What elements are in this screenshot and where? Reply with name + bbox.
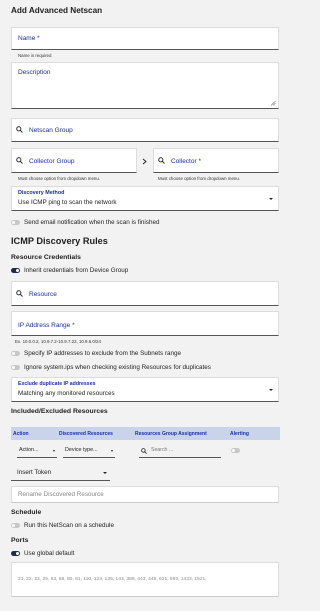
table-header: Action Discovered Resources Resources Gr… bbox=[11, 427, 280, 440]
column-header-resources-group-assignment: Resources Group Assignment bbox=[135, 430, 207, 437]
search-icon bbox=[16, 157, 23, 164]
action-select[interactable]: Action... bbox=[17, 444, 57, 458]
discovery-method-label: Discovery Method bbox=[18, 190, 65, 196]
collector-group-helper: Must choose option from dropdown menu. bbox=[18, 176, 101, 181]
collector-group-field[interactable]: Collector Group bbox=[11, 148, 137, 173]
inherit-credentials-toggle[interactable] bbox=[11, 268, 20, 273]
action-select-value: Action... bbox=[19, 447, 39, 453]
chevron-down-icon bbox=[111, 450, 113, 452]
group-search-placeholder: Search ... bbox=[151, 447, 174, 453]
insert-token-label: Insert Token bbox=[17, 469, 52, 476]
column-header-action: Action bbox=[13, 430, 29, 437]
exclude-ips-label: Specify IP addresses to exclude from the… bbox=[24, 350, 182, 357]
schedule-toggle-label: Run this NetScan on a schedule bbox=[24, 522, 114, 529]
ports-global-default-label: Use global default bbox=[24, 550, 75, 557]
insert-token-select[interactable]: Insert Token bbox=[11, 465, 110, 481]
search-icon bbox=[141, 448, 147, 454]
search-icon bbox=[16, 126, 23, 133]
chevron-right-icon bbox=[142, 158, 147, 165]
name-field-label: Name * bbox=[18, 35, 40, 42]
chevron-down-icon bbox=[269, 198, 273, 200]
ignore-system-ips-toggle[interactable] bbox=[11, 365, 20, 370]
included-excluded-heading: Included/Excluded Resources bbox=[11, 408, 108, 415]
resource-field[interactable]: Resource bbox=[11, 281, 279, 306]
ports-heading: Ports bbox=[11, 537, 29, 544]
collector-label: Collector * bbox=[171, 158, 201, 165]
exclude-duplicate-label: Exclude duplicate IP addresses bbox=[18, 381, 96, 387]
column-header-alerting: Alerting bbox=[230, 430, 249, 437]
netscan-group-label: Netscan Group bbox=[29, 127, 73, 134]
ignore-system-ips-label: Ignore system.ips when checking existing… bbox=[24, 364, 211, 371]
ip-address-range-field[interactable]: IP Address Range * bbox=[11, 311, 279, 336]
ip-address-range-helper: Ex. 10.0.0.2, 10.9.7.2-10.9.7.22, 10.9.6… bbox=[15, 339, 101, 344]
alerting-toggle[interactable] bbox=[231, 448, 240, 453]
group-search-input[interactable]: Search ... bbox=[139, 444, 221, 458]
collector-field[interactable]: Collector * bbox=[153, 148, 279, 173]
table-row: Action... Device type... Search ... bbox=[11, 441, 280, 461]
netscan-group-field[interactable]: Netscan Group bbox=[11, 118, 279, 142]
icmp-discovery-heading: ICMP Discovery Rules bbox=[11, 236, 108, 246]
collector-group-label: Collector Group bbox=[29, 158, 75, 165]
exclude-duplicate-value: Matching any monitored resources bbox=[18, 390, 115, 397]
ip-address-range-label: IP Address Range * bbox=[18, 322, 75, 329]
rename-placeholder: Rename Discovered Resource bbox=[18, 491, 104, 498]
discovery-method-select[interactable]: Discovery Method Use ICMP ping to scan t… bbox=[11, 186, 279, 211]
resource-credentials-heading: Resource Credentials bbox=[11, 254, 81, 261]
ports-value: 21, 22, 23, 25, 53, 69, 80, 81, 110, 123… bbox=[18, 577, 207, 582]
page-title: Add Advanced Netscan bbox=[11, 6, 103, 15]
exclude-ips-toggle[interactable] bbox=[11, 351, 20, 356]
description-label: Description bbox=[18, 69, 51, 76]
resource-label: Resource bbox=[29, 291, 57, 298]
schedule-toggle[interactable] bbox=[11, 523, 20, 528]
email-notification-label: Send email notification when the scan is… bbox=[24, 219, 160, 226]
name-field[interactable]: Name * bbox=[11, 27, 279, 50]
search-icon bbox=[16, 290, 23, 297]
description-textarea[interactable]: Description bbox=[11, 62, 279, 109]
ports-input[interactable]: 21, 22, 23, 25, 53, 69, 80, 81, 110, 123… bbox=[11, 562, 279, 597]
email-notification-toggle[interactable] bbox=[11, 220, 20, 225]
inherit-credentials-label: Inherit credentials from Device Group bbox=[24, 267, 129, 274]
schedule-heading: Schedule bbox=[11, 509, 42, 516]
resize-handle-icon[interactable] bbox=[270, 100, 276, 106]
ports-global-default-toggle[interactable] bbox=[11, 551, 20, 556]
exclude-duplicate-select[interactable]: Exclude duplicate IP addresses Matching … bbox=[11, 377, 279, 402]
collector-helper: Must choose option from dropdown menu. bbox=[158, 176, 241, 181]
name-helper-text: Name is required bbox=[18, 53, 52, 58]
rename-discovered-resource-input[interactable]: Rename Discovered Resource bbox=[11, 486, 279, 503]
chevron-down-icon bbox=[103, 472, 107, 474]
device-type-select-value: Device type... bbox=[65, 447, 98, 453]
column-header-discovered-resources: Discovered Resources bbox=[59, 430, 113, 437]
device-type-select[interactable]: Device type... bbox=[63, 444, 115, 458]
chevron-down-icon bbox=[53, 450, 55, 452]
chevron-down-icon bbox=[269, 389, 273, 391]
discovery-method-value: Use ICMP ping to scan the network bbox=[18, 199, 117, 206]
search-icon bbox=[158, 157, 165, 164]
